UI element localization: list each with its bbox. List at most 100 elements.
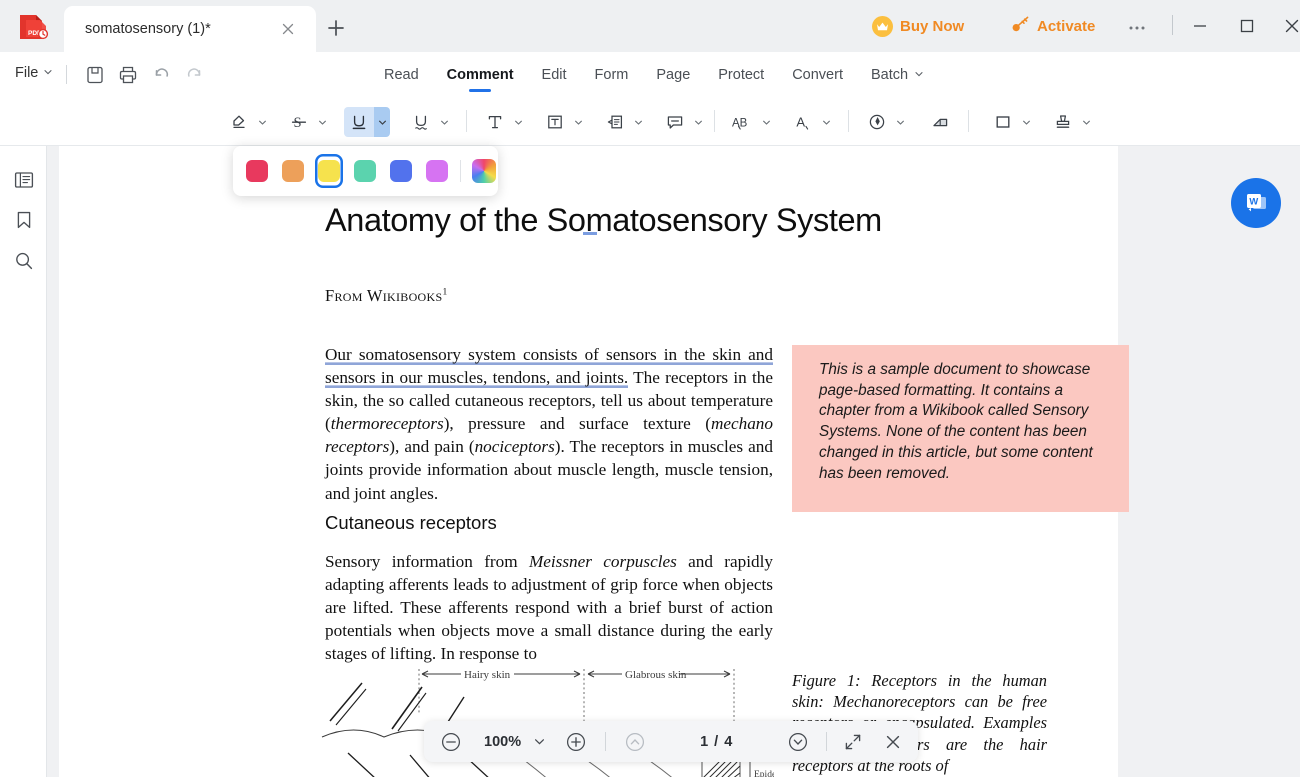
search-panel-icon[interactable] [12, 249, 36, 273]
paragraph-one: Our somatosensory system consists of sen… [325, 343, 773, 505]
chevron-down-icon[interactable] [314, 118, 330, 127]
rainbow-color-picker-icon [472, 159, 497, 183]
save-icon[interactable] [84, 64, 106, 86]
bookmark-panel-icon[interactable] [12, 208, 36, 232]
file-menu[interactable]: File [15, 64, 53, 82]
tab-form[interactable]: Form [581, 52, 643, 98]
squiggly-underline-tool[interactable] [406, 104, 452, 140]
minimize-icon[interactable] [1188, 14, 1212, 38]
ellipsis-icon[interactable] [1126, 17, 1148, 44]
tab-label: Protect [718, 67, 765, 83]
italic-term: Meissner corpuscles [528, 552, 677, 571]
chevron-down-icon[interactable] [570, 118, 586, 127]
maximize-icon[interactable] [1235, 14, 1259, 38]
paragraph-two: Sensory information from Meissner corpus… [325, 550, 773, 665]
new-tab-button[interactable] [324, 16, 348, 40]
tab-protect[interactable]: Protect [704, 52, 778, 98]
tab-edit[interactable]: Edit [528, 52, 581, 98]
document-viewport[interactable]: Anatomy of the Somatosensory System From… [47, 146, 1300, 777]
chevron-down-icon[interactable] [510, 118, 526, 127]
key-icon [1012, 16, 1030, 37]
color-swatch-blue[interactable] [387, 154, 415, 188]
rectangle-icon [988, 112, 1018, 132]
figure-label-epidermis: Epidermis [754, 770, 774, 777]
chevron-down-icon[interactable] [436, 118, 452, 127]
chevron-down-icon[interactable] [758, 118, 774, 127]
underline-tool[interactable] [344, 104, 390, 140]
left-side-rail [0, 146, 47, 777]
shape-tool[interactable] [988, 104, 1034, 140]
close-toolbar-button[interactable] [882, 731, 904, 753]
buy-now-button[interactable]: Buy Now [872, 12, 964, 40]
chevron-down-icon[interactable] [531, 734, 547, 750]
chevron-down-icon[interactable] [892, 118, 908, 127]
pdf-page[interactable]: Anatomy of the Somatosensory System From… [59, 146, 1129, 777]
pen-circle-icon [862, 112, 892, 132]
expand-icon[interactable] [842, 731, 864, 753]
color-orange [281, 160, 304, 182]
thumbnails-panel-icon[interactable] [12, 168, 36, 192]
paragraph-text: Sensory information from [325, 552, 529, 571]
callout-icon [600, 112, 630, 132]
page-indicator[interactable]: 1 / 4 [700, 734, 733, 750]
undo-icon[interactable] [151, 64, 173, 86]
zoom-out-icon[interactable] [438, 729, 464, 755]
titlebar-divider [1172, 15, 1173, 35]
chevron-down-icon[interactable] [374, 107, 390, 137]
previous-page-button[interactable] [622, 729, 648, 755]
chevron-down-icon[interactable] [254, 118, 270, 127]
next-page-button[interactable] [785, 729, 811, 755]
toolbar-divider [826, 732, 828, 751]
chevron-down-icon[interactable] [1078, 118, 1094, 127]
note-tool[interactable] [660, 104, 706, 140]
strikethrough-icon: S [284, 112, 314, 132]
chevron-down-icon[interactable] [1018, 118, 1034, 127]
callout-tool[interactable] [600, 104, 646, 140]
activate-button[interactable]: Activate [1012, 12, 1095, 40]
svg-text:W: W [1249, 196, 1258, 207]
redo-icon[interactable] [183, 64, 205, 86]
zoom-in-icon[interactable] [563, 729, 589, 755]
chevron-down-icon[interactable] [630, 118, 646, 127]
text-box-icon [540, 112, 570, 132]
tab-read[interactable]: Read [370, 52, 433, 98]
title-bar: PDF somatosensory (1)* Buy Now Activate [0, 0, 1300, 52]
color-swatch-orange[interactable] [279, 154, 307, 188]
chevron-down-icon[interactable] [818, 118, 834, 127]
eraser-tool[interactable] [926, 104, 956, 140]
print-icon[interactable] [117, 64, 139, 86]
tab-label: Batch [870, 67, 909, 83]
text-correction-tool[interactable]: A [788, 104, 834, 140]
color-swatch-red[interactable] [243, 154, 271, 188]
tab-convert[interactable]: Convert [778, 52, 857, 98]
pink-comment-note[interactable]: This is a sample document to showcase pa… [792, 345, 1129, 512]
pencil-tool[interactable] [862, 104, 908, 140]
text-tool[interactable] [480, 104, 526, 140]
svg-text:A: A [796, 115, 805, 130]
text-box-tool[interactable] [540, 104, 586, 140]
replace-text-tool[interactable]: AB [728, 104, 774, 140]
stamp-tool[interactable] [1048, 104, 1094, 140]
tab-label: Convert [792, 67, 843, 83]
strikethrough-tool[interactable]: S [284, 104, 330, 140]
convert-to-word-button[interactable]: W [1231, 178, 1281, 228]
highlight-tool[interactable] [224, 104, 270, 140]
chevron-down-icon[interactable] [690, 118, 706, 127]
close-icon[interactable] [280, 21, 296, 37]
more-colors-button[interactable] [470, 154, 498, 188]
close-icon[interactable] [1280, 14, 1300, 38]
tab-page[interactable]: Page [642, 52, 704, 98]
tab-comment[interactable]: Comment [433, 52, 528, 98]
document-tab[interactable]: somatosensory (1)* [64, 6, 316, 52]
zoom-level-label[interactable]: 100% [484, 734, 521, 750]
document-tab-label: somatosensory (1)* [85, 21, 211, 37]
title-underline-annotation [583, 232, 597, 235]
color-swatch-yellow[interactable] [315, 154, 343, 188]
color-swatch-magenta[interactable] [423, 154, 451, 188]
pdf-application-window: PDF somatosensory (1)* Buy Now Activate … [0, 0, 1300, 777]
chevron-down-icon [914, 67, 924, 83]
toolbar-divider [968, 110, 969, 132]
toolbar-divider [605, 732, 607, 751]
tab-batch[interactable]: Batch [857, 52, 938, 98]
color-swatch-teal[interactable] [351, 154, 379, 188]
